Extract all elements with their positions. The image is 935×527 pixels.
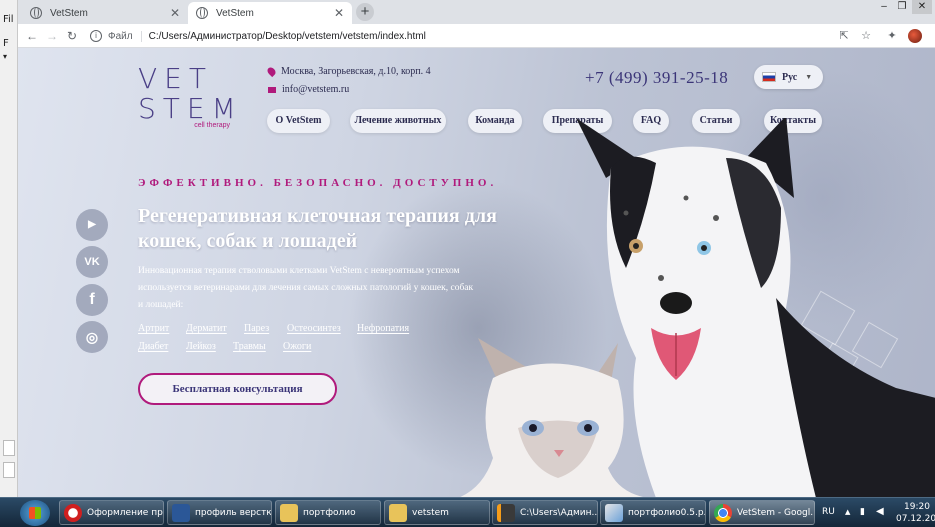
language-label: Рус <box>782 71 798 83</box>
new-tab-button[interactable]: + <box>356 3 374 21</box>
nav-item-treatment[interactable]: Лечение животных <box>350 109 446 133</box>
nav-item-about[interactable]: О VetStem <box>267 109 330 133</box>
share-icon[interactable]: ⇱ <box>836 28 852 44</box>
address-row: Москва, Загорьевская, д.10, корп. 4 <box>265 65 431 78</box>
condition-link[interactable]: Парез <box>244 323 269 334</box>
cat-photo <box>460 338 644 497</box>
tab-title: VetStem <box>216 7 254 19</box>
security-label: Файл <box>108 30 142 42</box>
condition-link[interactable]: Ожоги <box>283 341 311 352</box>
map-pin-icon <box>265 65 278 78</box>
instagram-icon[interactable]: ◎ <box>76 321 108 353</box>
chevron-down-icon: ▾ <box>3 52 8 61</box>
folder-icon <box>280 503 298 522</box>
browser-window: VetStem ✕ VetStem ✕ + – ❐ ✕ ← → ↻ i Файл… <box>18 0 935 497</box>
taskbar-item-label: Оформление пр... <box>87 507 164 518</box>
url-text[interactable]: C:/Users/Администратор/Desktop/vetstem/v… <box>149 31 426 42</box>
site-logo[interactable]: VET STEM cell therapy <box>138 62 243 130</box>
email-row[interactable]: info@vetstem.ru <box>268 84 431 95</box>
sublime-icon <box>497 503 515 522</box>
close-icon[interactable]: ✕ <box>334 6 344 20</box>
profile-avatar[interactable] <box>908 29 922 43</box>
taskbar-item-label: C:\Users\Админ... <box>520 507 598 518</box>
browser-toolbar: ← → ↻ i Файл C:/Users/Администратор/Desk… <box>18 24 935 48</box>
logo-line-1: VET <box>138 62 213 95</box>
condition-link[interactable]: Остеосинтез <box>287 323 341 334</box>
address-bar[interactable]: i Файл C:/Users/Администратор/Desktop/ve… <box>90 27 882 45</box>
extensions-icon[interactable]: ✦ <box>884 28 900 44</box>
taskbar-item-label: VetStem - Googl... <box>737 507 815 518</box>
close-icon[interactable]: ✕ <box>170 6 180 20</box>
hero-tagline: ЭФФЕКТИВНО. БЕЗОПАСНО. ДОСТУПНО. <box>138 177 498 189</box>
minimize-icon[interactable]: – <box>876 0 892 14</box>
background-window-menu-label: Fil <box>3 14 14 25</box>
globe-icon <box>196 7 208 19</box>
back-arrow-icon[interactable]: ← <box>24 28 40 44</box>
taskbar-item[interactable]: Оформление пр... <box>59 500 164 525</box>
condition-link[interactable]: Лейкоз <box>186 341 216 352</box>
clock-date[interactable]: 07.12.2021 <box>896 514 935 524</box>
bookmark-star-icon[interactable]: ☆ <box>858 28 874 44</box>
tray-expand-icon[interactable]: ▲ <box>845 508 850 516</box>
background-window-label: F <box>3 38 9 49</box>
youtube-icon[interactable]: ▶ <box>76 209 108 241</box>
word-icon <box>172 503 190 522</box>
nav-item-team[interactable]: Команда <box>468 109 522 133</box>
reload-icon[interactable]: ↻ <box>64 28 80 44</box>
close-window-icon[interactable]: ✕ <box>912 0 932 14</box>
hero-headline: Регенеративная клеточная терапия для кош… <box>138 205 497 252</box>
condition-link[interactable]: Дерматит <box>186 323 227 334</box>
taskbar-item[interactable]: vetstem <box>384 500 490 525</box>
language-selector[interactable]: Рус ▼ <box>754 65 823 89</box>
taskbar-item[interactable]: профиль верстк... <box>167 500 272 525</box>
network-icon[interactable]: ▮ <box>860 507 865 517</box>
maximize-icon[interactable]: ❐ <box>894 0 910 14</box>
vk-icon[interactable]: VK <box>76 246 108 278</box>
browser-tab-active[interactable]: VetStem ✕ <box>188 2 352 24</box>
globe-icon <box>30 7 42 19</box>
info-icon[interactable]: i <box>90 30 102 42</box>
russia-flag-icon <box>762 72 776 82</box>
condition-link[interactable]: Диабет <box>138 341 168 352</box>
taskbar-item-label: портфолио <box>303 507 356 518</box>
phone-number[interactable]: +7 (499) 391-25-18 <box>585 68 728 88</box>
chevron-down-icon: ▼ <box>805 73 813 81</box>
folder-icon <box>389 503 407 522</box>
taskbar-item-label: портфолио0.5.р... <box>628 507 706 518</box>
condition-link[interactable]: Травмы <box>233 341 266 352</box>
tab-title: VetStem <box>50 7 88 19</box>
paint-icon <box>605 503 623 522</box>
speaker-icon[interactable]: ◀ <box>876 506 884 517</box>
email-link[interactable]: info@vetstem.ru <box>282 84 349 95</box>
mail-icon <box>268 86 276 93</box>
chrome-icon <box>714 503 732 522</box>
start-button[interactable] <box>20 500 50 526</box>
condition-link[interactable]: Артрит <box>138 323 169 334</box>
hero-description: Инновационная терапия стволовыми клеткам… <box>138 266 474 310</box>
forward-arrow-icon[interactable]: → <box>44 28 60 44</box>
address-text: Москва, Загорьевская, д.10, корп. 4 <box>281 66 431 77</box>
taskbar-item-label: профиль верстк... <box>195 507 272 518</box>
opera-icon <box>64 503 82 522</box>
taskbar-item[interactable]: C:\Users\Админ... <box>492 500 598 525</box>
tab-strip: VetStem ✕ VetStem ✕ + – ❐ ✕ <box>18 0 935 24</box>
input-language-indicator[interactable]: RU <box>822 507 835 517</box>
condition-link[interactable]: Нефропатия <box>357 323 409 334</box>
taskbar-item[interactable]: портфолио0.5.р... <box>600 500 706 525</box>
background-window-panel <box>3 440 15 456</box>
contact-block: Москва, Загорьевская, д.10, корп. 4 info… <box>265 65 431 102</box>
browser-tab[interactable]: VetStem ✕ <box>22 2 188 24</box>
windows-taskbar: Оформление пр... профиль верстк... портф… <box>0 497 935 527</box>
logo-line-2: STEM <box>138 92 243 125</box>
free-consultation-button[interactable]: Бесплатная консультация <box>138 373 337 405</box>
background-window-panel <box>3 462 15 478</box>
taskbar-item-label: vetstem <box>412 507 449 518</box>
taskbar-item-active[interactable]: VetStem - Googl... <box>709 500 815 525</box>
page-viewport: VET STEM cell therapy Москва, Загорьевск… <box>18 48 935 497</box>
facebook-icon[interactable]: f <box>76 284 108 316</box>
background-window-edge: Fil F ▾ <box>0 0 18 497</box>
desktop-screen: Fil F ▾ VetStem ✕ VetStem ✕ + – ❐ ✕ ← → … <box>0 0 935 527</box>
taskbar-item[interactable]: портфолио <box>275 500 381 525</box>
clock-time[interactable]: 19:20 <box>904 502 930 512</box>
